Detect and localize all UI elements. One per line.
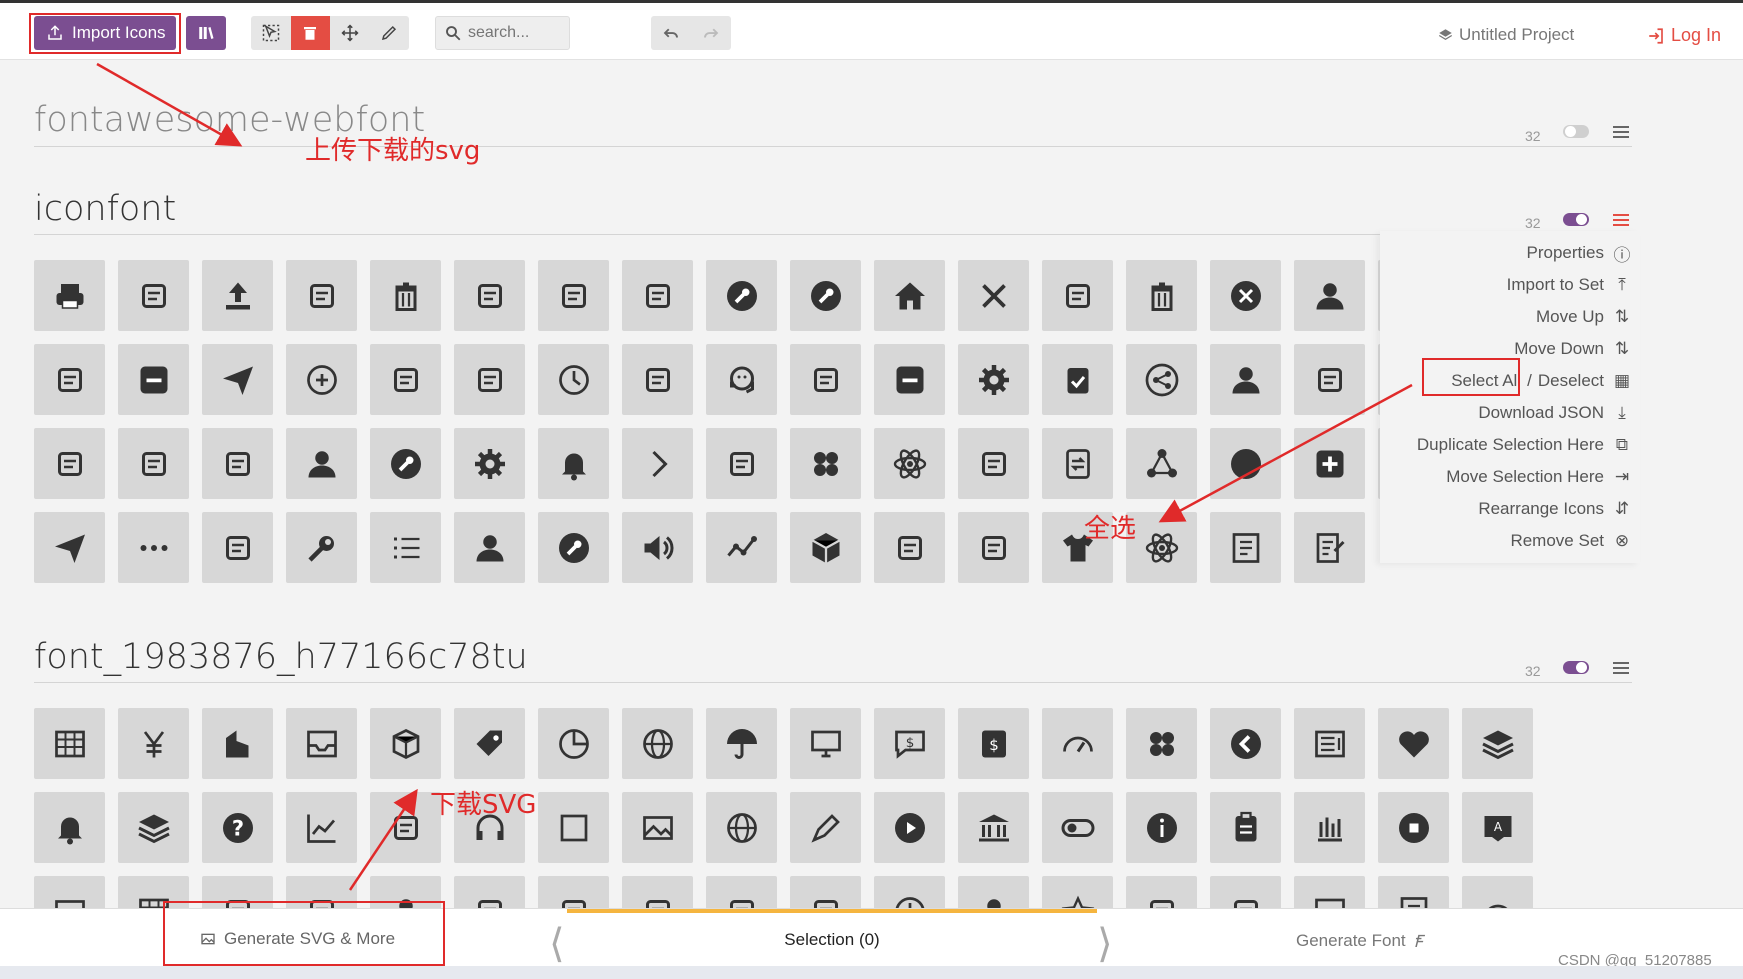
arrow-to-upload [96,62,243,147]
annotation-download-svg: 下载SVG [430,790,537,820]
annotation-arrows [96,62,1413,891]
arrow-to-select-all [1158,383,1413,523]
arrow-to-generate-svg [348,788,418,891]
annotation-select-all: 全选 [1084,514,1137,544]
annotation-upload-svg: 上传下载的svg [305,136,481,166]
os-taskbar [0,966,1743,979]
